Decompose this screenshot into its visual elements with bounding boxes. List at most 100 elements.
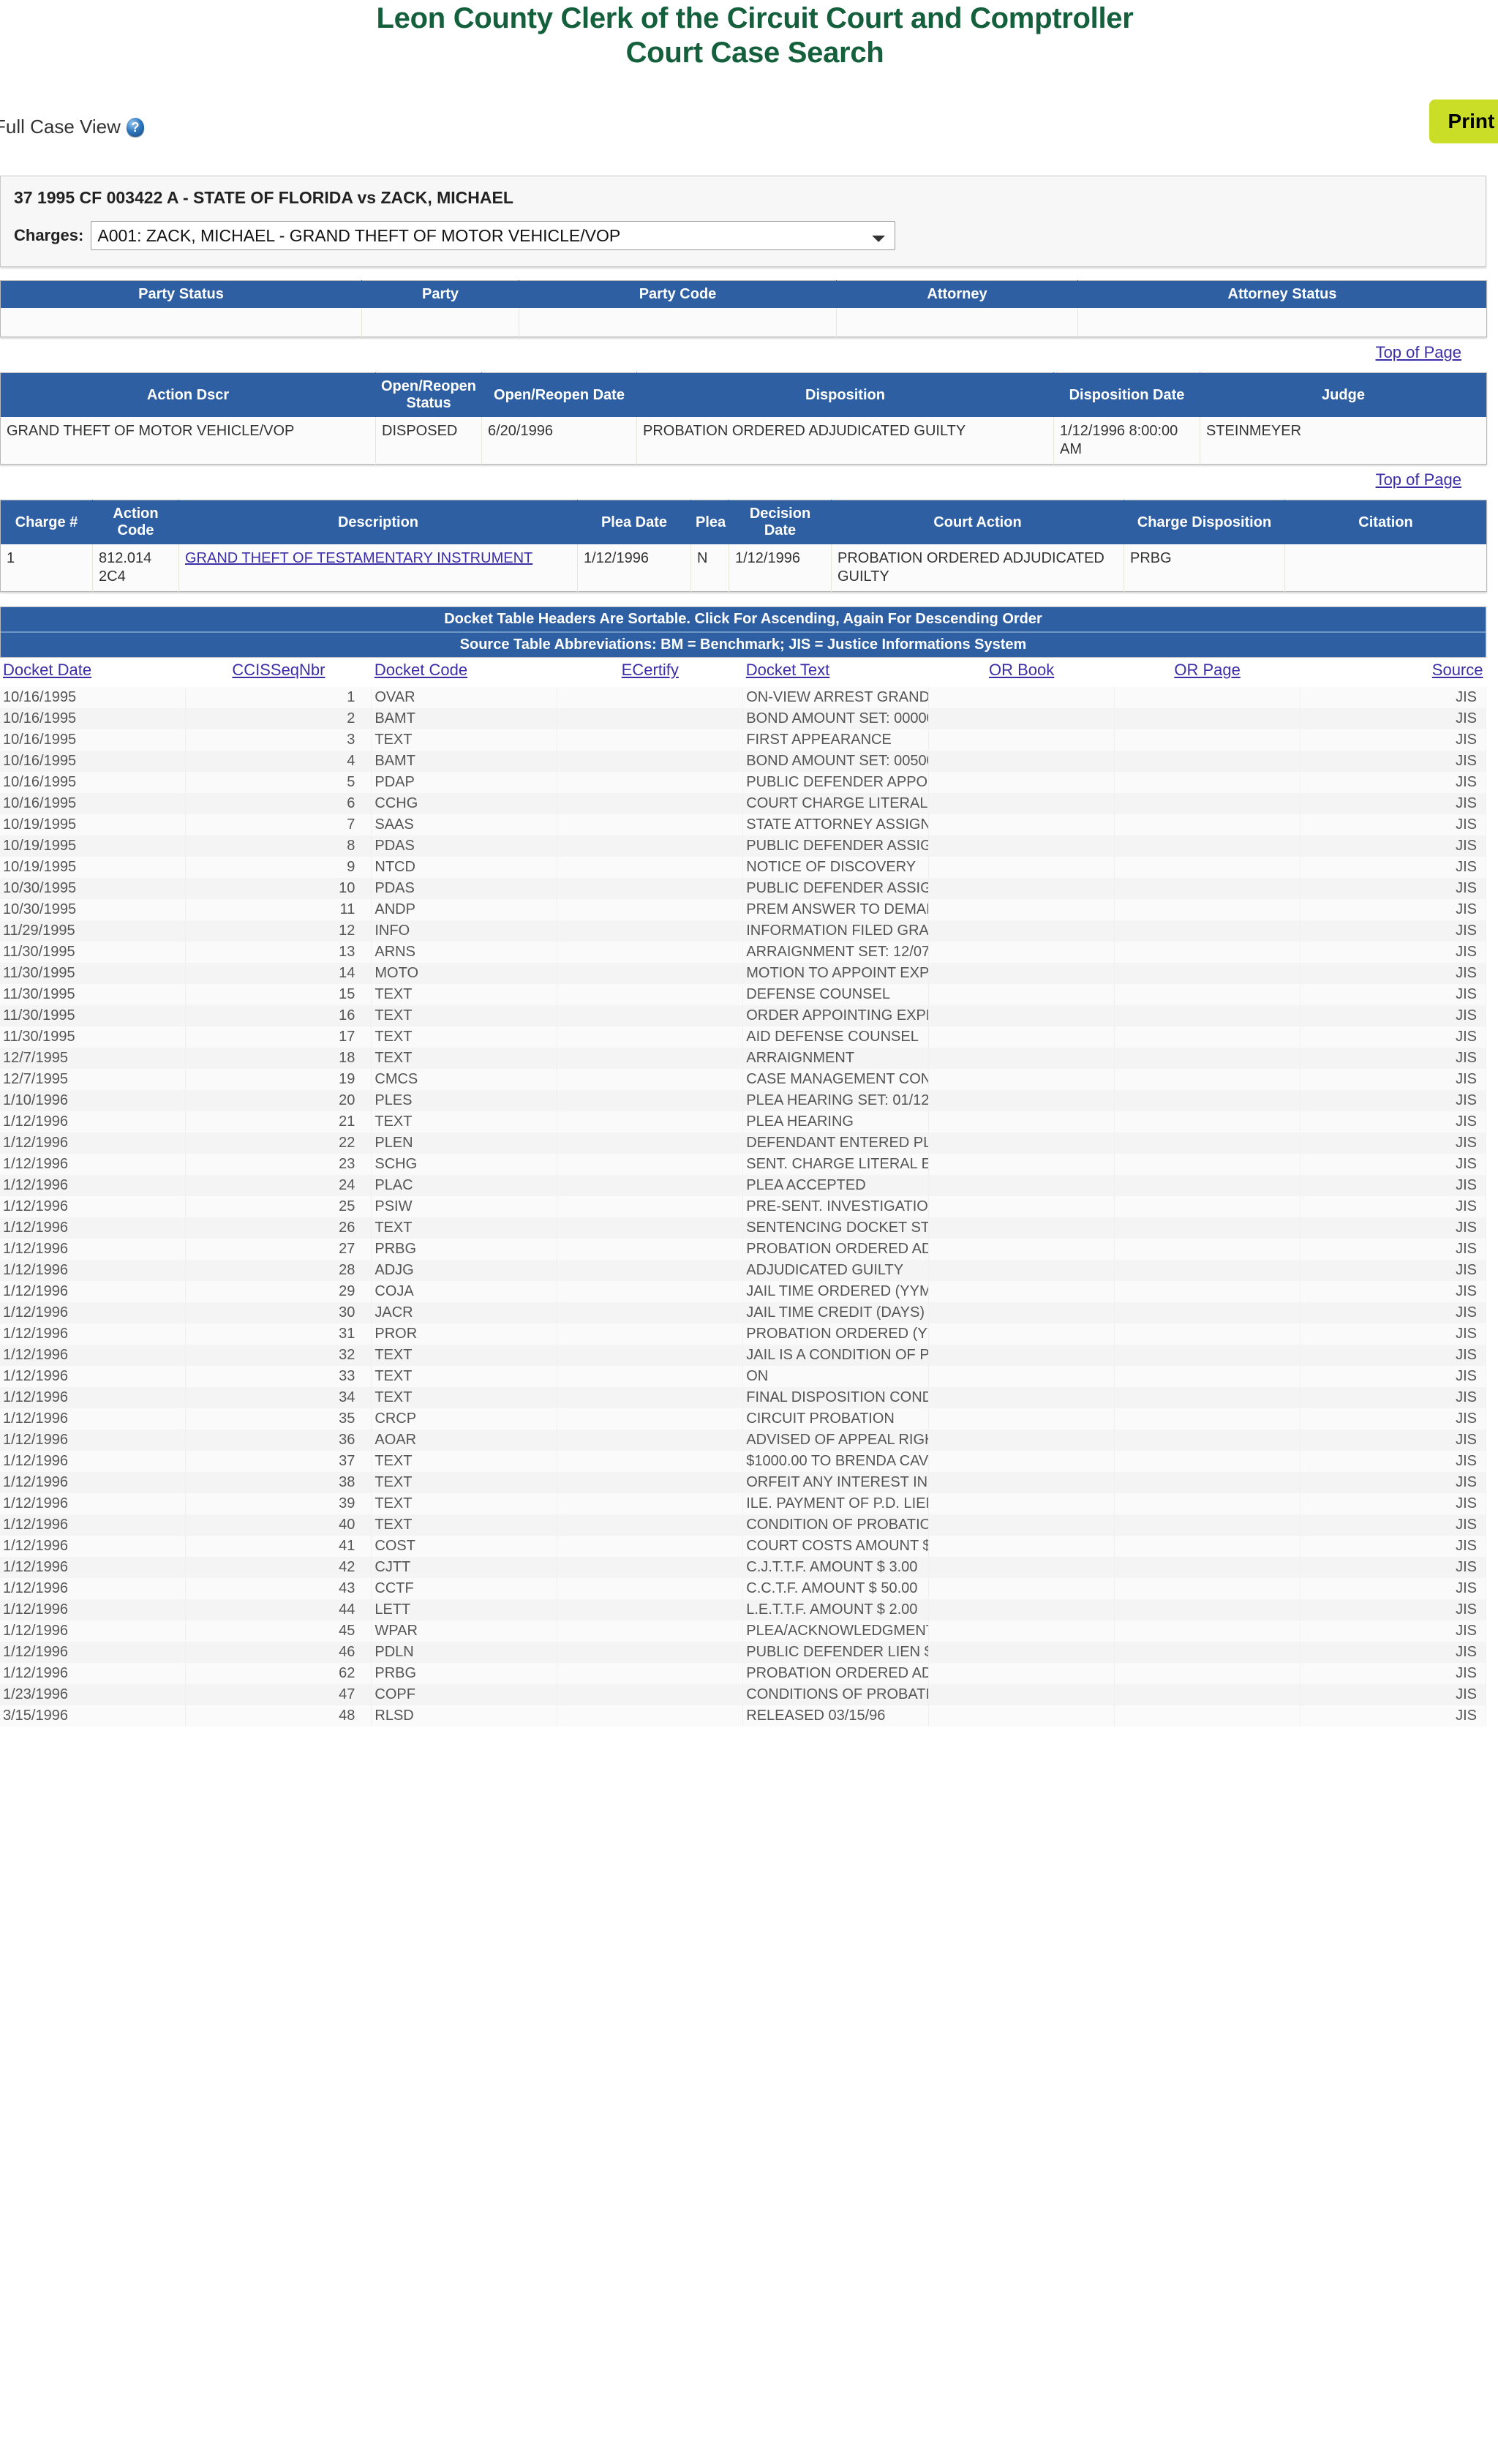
- docket-cell-ecertify: [557, 857, 744, 879]
- docket-cell-code: PRBG: [371, 1239, 558, 1261]
- docket-cell-or-book: [928, 1620, 1115, 1642]
- charge-col-court-action: Court Action: [831, 500, 1124, 545]
- page-title: Leon County Clerk of the Circuit Court a…: [6, 0, 1498, 70]
- docket-col-docket-text[interactable]: Docket Text: [742, 658, 929, 688]
- docket-cell-or-page: [1114, 751, 1301, 773]
- docket-cell-code: TEXT: [371, 729, 558, 751]
- docket-cell-or-page: [1114, 1366, 1301, 1388]
- docket-cell-seq: 4: [185, 751, 372, 773]
- party-cell-party-status: [0, 308, 362, 337]
- docket-cell-text: COURT COSTS AMOUNT $ 200.00: [742, 1536, 930, 1558]
- docket-cell-date: 1/10/1996: [0, 1090, 187, 1112]
- docket-cell-source: JIS: [1300, 1366, 1486, 1388]
- docket-cell-code: TEXT: [371, 1451, 558, 1473]
- docket-cell-ecertify: [557, 1514, 744, 1536]
- docket-cell-or-book: [928, 793, 1115, 815]
- docket-cell-source: JIS: [1300, 1345, 1486, 1367]
- docket-cell-date: 1/12/1996: [0, 1323, 187, 1345]
- docket-cell-seq: 43: [185, 1578, 372, 1600]
- docket-cell-source: JIS: [1300, 1196, 1486, 1218]
- docket-cell-or-page: [1114, 942, 1301, 964]
- docket-cell-text: PROBATION ORDERED ADJUDICATED GUILTY 01/…: [742, 1663, 930, 1685]
- charge-description-link[interactable]: GRAND THEFT OF TESTAMENTARY INSTRUMENT: [185, 550, 532, 566]
- docket-col-source[interactable]: Source: [1300, 658, 1486, 688]
- action-cell-disposition: PROBATION ORDERED ADJUDICATED GUILTY: [636, 417, 1054, 465]
- docket-col-ecertify[interactable]: ECertify: [557, 658, 743, 688]
- docket-cell-seq: 22: [185, 1133, 372, 1154]
- docket-cell-ecertify: [557, 1217, 744, 1239]
- docket-cell-seq: 14: [185, 963, 372, 985]
- top-of-page-link[interactable]: Top of Page: [1376, 470, 1461, 489]
- docket-cell-code: ARNS: [371, 942, 558, 964]
- table-row: 1/12/199662PRBG PROBATION ORDERED ADJUDI…: [0, 1663, 1486, 1685]
- docket-col-docket-code-link[interactable]: Docket Code: [374, 661, 467, 679]
- top-of-page-link[interactable]: Top of Page: [1376, 343, 1461, 361]
- print-page-button[interactable]: Print Page: [1429, 99, 1498, 144]
- docket-cell-or-book: [928, 1217, 1115, 1239]
- table-row: 11/30/199516TEXT ORDER APPOINTING EXPERT…: [0, 1005, 1486, 1027]
- docket-col-ecertify-link[interactable]: ECertify: [622, 661, 679, 679]
- docket-cell-ecertify: [557, 1684, 744, 1706]
- docket-cell-or-book: [928, 878, 1115, 900]
- docket-col-or-book[interactable]: OR Book: [928, 658, 1115, 688]
- docket-cell-date: 1/12/1996: [0, 1408, 187, 1430]
- docket-col-or-book-link[interactable]: OR Book: [989, 661, 1054, 679]
- docket-col-docket-date-link[interactable]: Docket Date: [3, 661, 91, 679]
- docket-cell-text: ON: [742, 1366, 930, 1388]
- docket-cell-ecertify: [557, 1133, 744, 1154]
- charges-select[interactable]: A001: ZACK, MICHAEL - GRAND THEFT OF MOT…: [91, 221, 896, 251]
- docket-col-docket-text-link[interactable]: Docket Text: [746, 661, 830, 679]
- docket-col-docket-code[interactable]: Docket Code: [371, 658, 557, 688]
- docket-cell-or-page: [1114, 1133, 1301, 1154]
- docket-col-docket-date[interactable]: Docket Date: [0, 658, 186, 688]
- docket-cell-or-book: [928, 1451, 1115, 1473]
- docket-cell-source: JIS: [1300, 1302, 1486, 1324]
- docket-cell-ecertify: [557, 729, 744, 751]
- docket-cell-or-page: [1114, 1557, 1301, 1579]
- docket-cell-or-page: [1114, 1111, 1301, 1133]
- docket-col-source-link[interactable]: Source: [1432, 661, 1483, 679]
- docket-cell-ecertify: [557, 793, 744, 815]
- docket-cell-date: 1/12/1996: [0, 1133, 187, 1154]
- table-row: 10/19/1995 9 NTCD NOTICE OF DISCOVERY JIS: [0, 857, 1486, 879]
- table-row: 1/12/1996 40 TEXT CONDITION OF PROBATION. …: [0, 1514, 1486, 1536]
- docket-cell-date: 11/29/1995: [0, 920, 187, 942]
- docket-cell-seq: 39: [185, 1493, 372, 1515]
- charge-col-action-code: Action Code: [92, 500, 179, 545]
- docket-cell-or-page: [1114, 793, 1301, 815]
- docket-cell-seq: 31: [185, 1323, 372, 1345]
- help-question-icon[interactable]: ?: [126, 117, 144, 137]
- docket-cell-code: TEXT: [371, 1048, 558, 1070]
- docket-col-ccisseqnbr[interactable]: CCISSeqNbr: [185, 658, 372, 688]
- table-row: 1 812.014 2C4 GRAND THEFT OF TESTAMENTAR…: [0, 544, 1487, 592]
- docket-cell-code: CCHG: [371, 793, 558, 815]
- docket-cell-or-book: [928, 1323, 1115, 1345]
- docket-cell-or-book: [928, 1069, 1115, 1091]
- docket-cell-date: 1/12/1996: [0, 1557, 187, 1579]
- table-row: 12/7/199519CMCS CASE MANAGEMENT CONFEREN…: [0, 1069, 1486, 1091]
- docket-cell-ecertify: [557, 1705, 744, 1727]
- action-col-open-reopen-date: Open/Reopen Date: [481, 372, 637, 418]
- docket-sortable-notice: Docket Table Headers Are Sortable. Click…: [444, 611, 1042, 628]
- docket-cell-or-page: [1114, 1430, 1301, 1451]
- docket-cell-date: 3/15/1996: [0, 1705, 187, 1727]
- docket-cell-or-page: [1114, 899, 1301, 921]
- docket-col-or-page-link[interactable]: OR Page: [1174, 661, 1241, 679]
- docket-cell-date: 10/30/1995: [0, 899, 187, 921]
- docket-cell-or-page: [1114, 984, 1301, 1006]
- docket-cell-source: JIS: [1300, 1684, 1486, 1706]
- docket-cell-code: TEXT: [371, 984, 558, 1006]
- docket-cell-text: MOTION TO APPOINT EXPERT TO AID: [742, 963, 930, 985]
- docket-cell-source: JIS: [1300, 1536, 1486, 1558]
- docket-cell-ecertify: [557, 1281, 744, 1303]
- docket-col-ccisseqnbr-link[interactable]: CCISSeqNbr: [232, 661, 325, 679]
- docket-cell-code: CJTT: [371, 1557, 558, 1579]
- docket-cell-or-book: [928, 708, 1115, 730]
- docket-cell-date: 12/7/1995: [0, 1048, 187, 1070]
- action-col-disposition: Disposition: [636, 372, 1054, 418]
- docket-cell-ecertify: [557, 1111, 744, 1133]
- charge-cell-plea: N: [690, 544, 729, 592]
- table-row: 10/30/199510PDAS PUBLIC DEFENDER ASSIGNE…: [0, 878, 1486, 900]
- docket-cell-or-page: [1114, 1323, 1301, 1345]
- docket-col-or-page[interactable]: OR Page: [1114, 658, 1301, 688]
